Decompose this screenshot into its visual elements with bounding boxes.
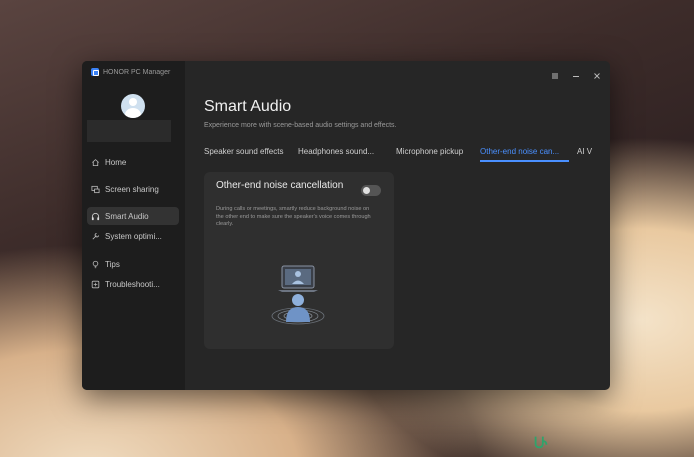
app-title-bar: HONOR PC Manager: [91, 68, 170, 76]
tab-speaker-sound-effects[interactable]: Speaker sound effects: [204, 147, 283, 156]
sidebar-item-label: Tips: [105, 259, 120, 269]
sidebar-item-tips[interactable]: Tips: [87, 255, 179, 273]
close-button[interactable]: [592, 68, 602, 79]
sidebar-item-screen-sharing[interactable]: Screen sharing: [87, 180, 179, 198]
card-description: During calls or meetings, smartly reduce…: [216, 206, 371, 227]
tab-other-end-noise-cancellation[interactable]: Other-end noise can...: [480, 147, 559, 156]
main-content: Smart Audio Experience more with scene-b…: [185, 61, 610, 390]
screen-share-icon: [91, 185, 100, 193]
conference-call-icon: [271, 265, 325, 325]
user-name-placeholder: [87, 120, 171, 142]
honor-logo-icon: [91, 68, 99, 76]
tab-headphones-sound[interactable]: Headphones sound...: [298, 147, 374, 156]
noise-cancellation-card: Other-end noise cancellation During call…: [204, 172, 394, 349]
active-tab-indicator: [480, 160, 569, 162]
card-title: Other-end noise cancellation: [216, 180, 344, 191]
app-window: HONOR PC Manager Home Screen sharing Sma…: [82, 61, 610, 390]
page-title: Smart Audio: [204, 98, 292, 115]
app-title: HONOR PC Manager: [103, 68, 171, 76]
menu-icon: [552, 73, 558, 79]
close-icon: [594, 73, 600, 79]
troubleshoot-icon: [91, 280, 100, 288]
sidebar-item-troubleshooting[interactable]: Troubleshooti...: [87, 275, 179, 293]
tab-ai-v[interactable]: AI V: [577, 147, 592, 156]
noise-cancellation-toggle[interactable]: [361, 185, 381, 196]
page-subtitle: Experience more with scene-based audio s…: [204, 122, 397, 129]
noise-cancellation-illustration: [268, 264, 328, 326]
sidebar-item-label: Screen sharing: [105, 184, 159, 194]
sidebar-item-system-optimization[interactable]: System optimi...: [87, 227, 179, 245]
watermark: [532, 433, 550, 451]
headphones-icon: [91, 212, 100, 220]
minimize-button[interactable]: [571, 68, 581, 78]
menu-button[interactable]: [550, 68, 560, 79]
avatar[interactable]: [121, 94, 145, 118]
minimize-icon: [573, 76, 579, 77]
sidebar-item-label: Home: [105, 157, 127, 167]
wrench-icon: [92, 232, 100, 239]
tab-microphone-pickup[interactable]: Microphone pickup: [396, 147, 463, 156]
sidebar: HONOR PC Manager Home Screen sharing Sma…: [82, 61, 185, 390]
sidebar-item-label: Troubleshooti...: [105, 279, 160, 289]
sidebar-item-label: Smart Audio: [105, 211, 149, 221]
watermark-logo-icon: [534, 436, 548, 449]
sidebar-item-smart-audio[interactable]: Smart Audio: [87, 207, 179, 225]
sidebar-item-label: System optimi...: [105, 231, 162, 241]
home-icon: [92, 158, 99, 166]
sidebar-item-home[interactable]: Home: [87, 153, 179, 171]
lightbulb-icon: [92, 260, 99, 268]
